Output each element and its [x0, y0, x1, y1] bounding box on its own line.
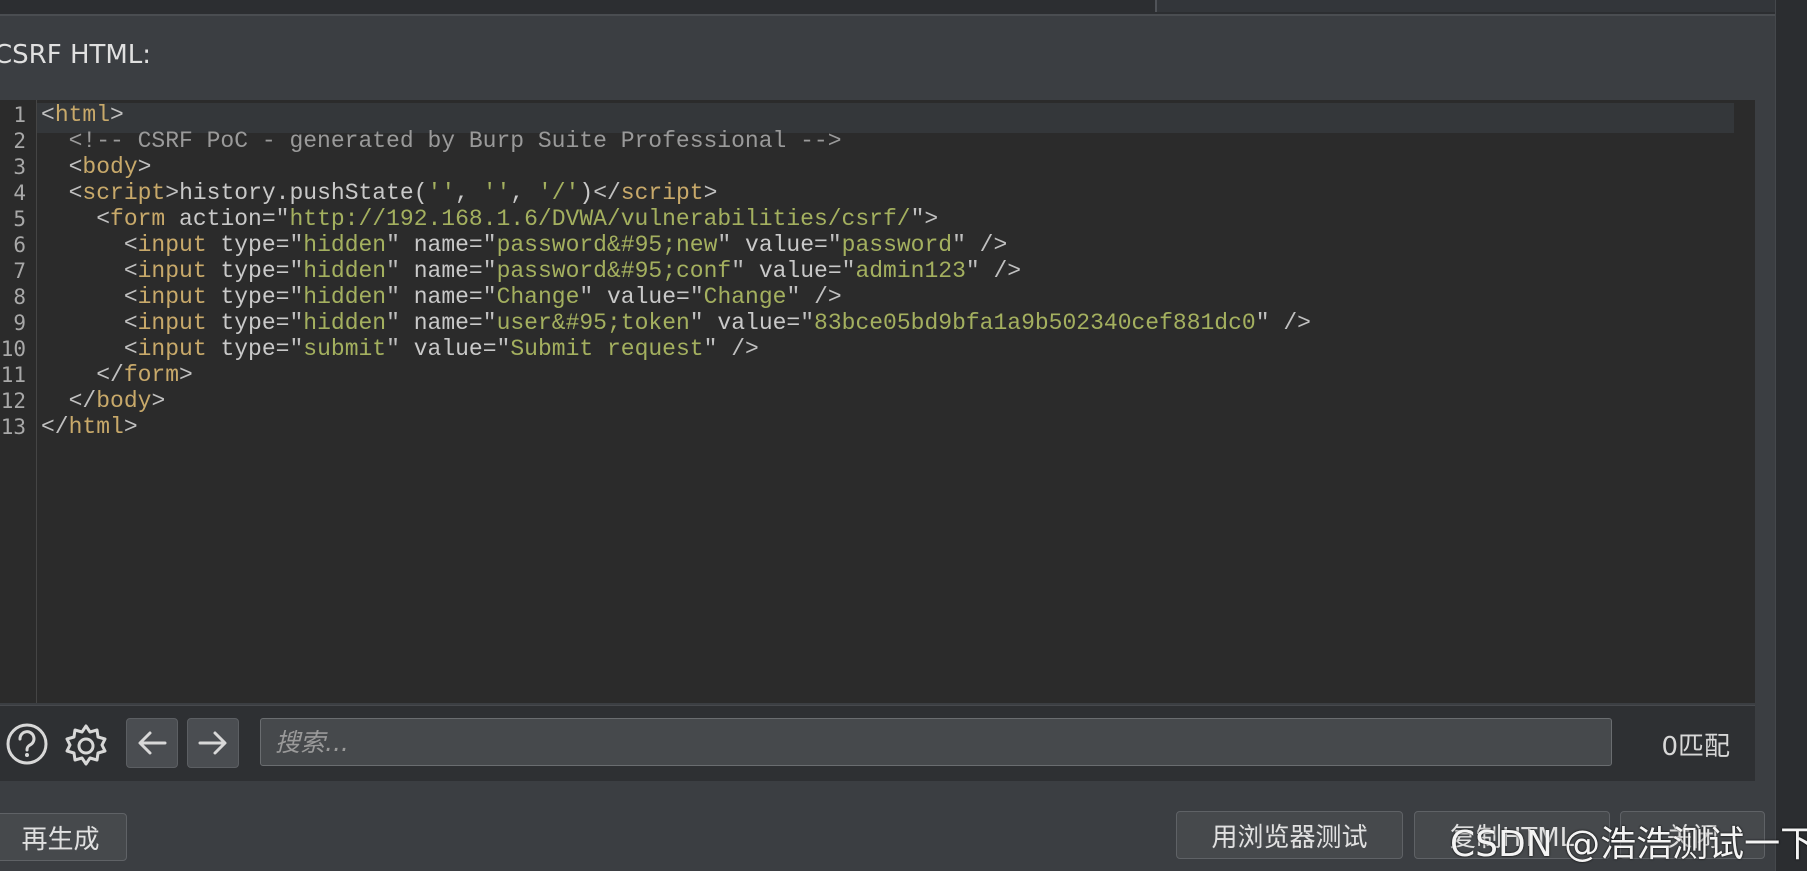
- gear-icon[interactable]: [62, 722, 110, 770]
- search-input[interactable]: [260, 718, 1612, 766]
- regenerate-button[interactable]: 再生成: [0, 813, 127, 861]
- arrow-left-icon[interactable]: [126, 718, 178, 768]
- section-title: CSRF HTML:: [0, 40, 152, 70]
- watermark: CSDN @浩浩测试一下: [1450, 824, 1807, 865]
- help-icon[interactable]: [5, 722, 49, 766]
- code-editor[interactable]: 1 2 3 4 5 6 7 8 9 10 11 12 13 <html> <!-…: [0, 100, 1755, 703]
- test-in-browser-button[interactable]: 用浏览器测试: [1176, 811, 1403, 859]
- top-bar: [0, 0, 1807, 16]
- code-line: <!-- CSRF PoC - generated by Burp Suite …: [41, 128, 842, 154]
- arrow-right-icon[interactable]: [187, 718, 239, 768]
- line-number: 13: [0, 415, 26, 439]
- search-bar: 0匹配: [0, 705, 1755, 781]
- line-number-gutter: 1 2 3 4 5 6 7 8 9 10 11 12 13: [0, 100, 37, 703]
- code-line: </html>: [41, 414, 138, 440]
- match-count: 0匹配: [1661, 732, 1730, 762]
- scrollbar-track[interactable]: [1775, 0, 1807, 871]
- top-right-panel: [1157, 0, 1777, 12]
